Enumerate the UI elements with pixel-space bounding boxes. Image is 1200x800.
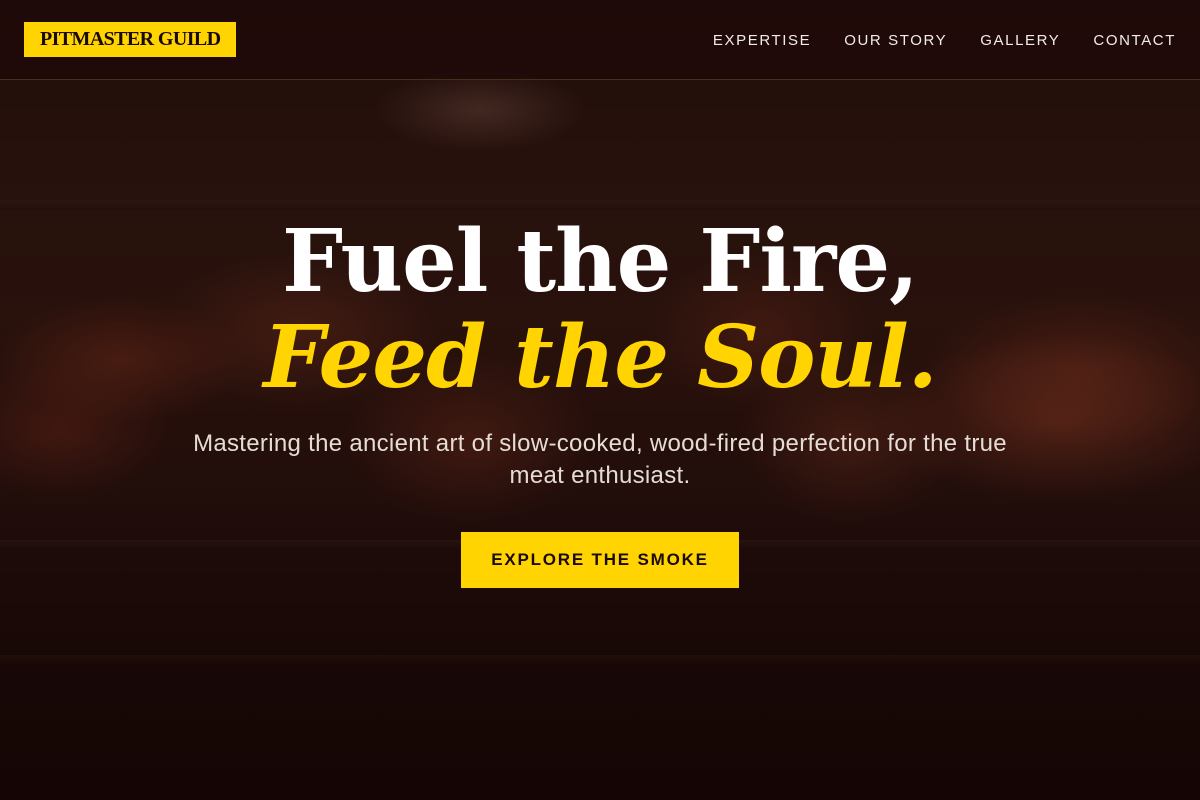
explore-the-smoke-button[interactable]: EXPLORE THE SMOKE bbox=[461, 532, 739, 588]
nav-link-our-story[interactable]: OUR STORY bbox=[844, 32, 947, 49]
hero-subtitle: Mastering the ancient art of slow-cooked… bbox=[193, 430, 1007, 489]
hero-headline-line-2: Feed the Soul. bbox=[263, 307, 937, 408]
nav-link-contact[interactable]: CONTACT bbox=[1093, 32, 1176, 49]
hero-headline-line-1: Fuel the Fire, bbox=[282, 211, 919, 312]
nav-link-expertise[interactable]: EXPERTISE bbox=[713, 32, 811, 49]
site-logo[interactable]: PITMASTER GUILD bbox=[24, 22, 237, 57]
site-header: PITMASTER GUILD EXPERTISE OUR STORY GALL… bbox=[0, 0, 1200, 80]
page: PITMASTER GUILD EXPERTISE OUR STORY GALL… bbox=[0, 0, 1200, 800]
main-nav: EXPERTISE OUR STORY GALLERY CONTACT bbox=[713, 0, 1176, 80]
nav-link-gallery[interactable]: GALLERY bbox=[980, 32, 1060, 49]
